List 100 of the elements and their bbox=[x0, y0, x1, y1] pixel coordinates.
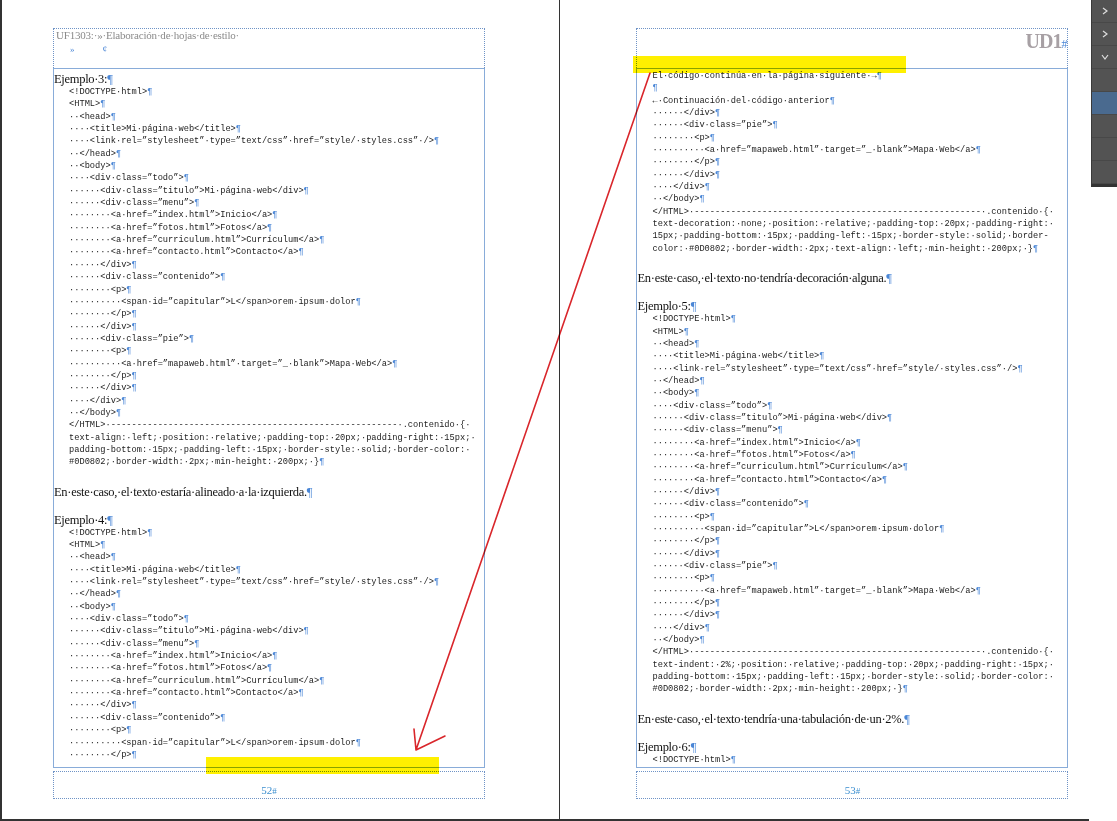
code-line: ········<a·href=”index.html”>Inicio</a> bbox=[69, 210, 273, 221]
code-line: ··</head> bbox=[652, 375, 700, 386]
formatting-mark: ¶ bbox=[902, 462, 908, 473]
formatting-mark: ¶ bbox=[433, 577, 440, 588]
formatting-mark: ¶ bbox=[188, 333, 195, 344]
formatting-mark: ¶ bbox=[777, 425, 783, 436]
chevron-right-icon[interactable] bbox=[1100, 30, 1109, 38]
code-line: ······<div·class=”titulo”>Mi·página·web</div> bbox=[69, 185, 304, 196]
formatting-mark: ¶ bbox=[881, 474, 888, 485]
code-line: text-decoration:·none;·position:·relative;·padding-top:·20px;·padding-right:· bbox=[652, 219, 1054, 230]
formatting-mark: # bbox=[1061, 37, 1068, 52]
formatting-mark: ¶ bbox=[975, 145, 981, 156]
code-line: ····<link·rel=”stylesheet”·type=”text/css”·href=”style/·styles.css”·/> bbox=[652, 363, 1018, 374]
formatting-mark: ¶ bbox=[220, 712, 226, 723]
formatting-mark: ¶ bbox=[690, 299, 697, 314]
code-line: ········</p> bbox=[652, 536, 716, 547]
formatting-mark: ¶ bbox=[699, 194, 705, 205]
formatting-mark: ¶ bbox=[194, 198, 200, 209]
code-line: <!DOCTYPE·html> bbox=[69, 527, 148, 538]
code-line: ········<a·href=”index.html”>Inicio</a> bbox=[652, 437, 856, 448]
formatting-mark: ¶ bbox=[319, 235, 325, 246]
formatting-mark: ¶ bbox=[392, 358, 398, 369]
formatting-mark: ¶ bbox=[699, 375, 705, 386]
body-text: En·este·caso,·el·texto·no·tendría·decoración·alguna. bbox=[637, 271, 887, 286]
formatting-mark: ¶ bbox=[715, 157, 721, 168]
code-line: ········</p> bbox=[652, 598, 716, 609]
formatting-mark: ¶ bbox=[715, 536, 721, 547]
formatting-mark: ¶ bbox=[121, 395, 127, 406]
code-line: ··<body> bbox=[69, 161, 111, 172]
formatting-mark: ¶ bbox=[183, 614, 189, 625]
code-line: ····<title>Mi·página·web</title> bbox=[69, 124, 236, 135]
formatting-mark: ¶ bbox=[704, 622, 710, 633]
formatting-mark: ¶ bbox=[819, 351, 825, 362]
formatting-mark: ¶ bbox=[715, 108, 721, 119]
code-line: ········<p> bbox=[652, 573, 710, 584]
formatting-mark: ¶ bbox=[220, 272, 226, 283]
code-line: ······<div·class=”contenido”> bbox=[652, 499, 804, 510]
formatting-mark: ¶ bbox=[887, 412, 893, 423]
code-line: ········<a·href=”fotos.html”>Fotos</a> bbox=[69, 663, 268, 674]
unit-label: UD1 bbox=[1025, 30, 1062, 53]
chevron-down-icon[interactable] bbox=[1100, 53, 1109, 61]
formatting-mark: ¶ bbox=[767, 400, 773, 411]
formatting-mark: ¶ bbox=[715, 610, 721, 621]
formatting-mark: ¶ bbox=[131, 700, 137, 711]
formatting-mark: ¶ bbox=[709, 511, 716, 522]
code-line: ········<p> bbox=[652, 132, 710, 143]
formatting-mark: ¶ bbox=[709, 132, 716, 143]
example-heading: Ejemplo·6: bbox=[637, 739, 691, 754]
code-line: #0D0802;·border-width:·2px;·min-height:·200px;·} bbox=[69, 457, 320, 468]
formatting-mark: ¶ bbox=[715, 598, 721, 609]
formatting-mark: ¶ bbox=[126, 284, 132, 295]
code-line: ··········<span·id=”capitular”>L</span>orem·ipsum·dolor bbox=[69, 296, 356, 307]
formatting-mark: ¶ bbox=[131, 749, 137, 760]
code-line: ····</div> bbox=[652, 622, 705, 633]
code-line: ········</p> bbox=[69, 309, 132, 320]
formatting-mark: ¶ bbox=[235, 564, 242, 575]
code-line: <!DOCTYPE·html> bbox=[652, 754, 731, 765]
code-line: ······<div·class=”menu”> bbox=[69, 638, 195, 649]
formatting-mark: ¶ bbox=[975, 585, 981, 596]
formatting-mark: ¢ bbox=[102, 44, 107, 54]
code-line: ········<a·href=”curriculum.html”>Currículum</a> bbox=[69, 235, 320, 246]
code-line: ····</div> bbox=[652, 182, 705, 193]
code-line: ········<p> bbox=[69, 725, 127, 736]
formatting-mark: ¶ bbox=[272, 651, 278, 662]
code-line: text-indent:·2%;·position:·relative;·padding-top:·20px;·padding-right:·15px;· bbox=[652, 659, 1054, 670]
code-line: ······</div> bbox=[69, 383, 132, 394]
formatting-mark: ¶ bbox=[939, 524, 945, 534]
code-line: ··</body> bbox=[652, 194, 700, 205]
code-line: ········<a·href=”fotos.html”>Fotos</a> bbox=[69, 222, 268, 233]
formatting-mark: ¶ bbox=[115, 407, 122, 418]
formatting-mark: ¶ bbox=[683, 326, 689, 337]
code-line: ··<head> bbox=[69, 552, 111, 563]
formatting-mark: ¶ bbox=[115, 589, 122, 600]
formatting-mark: ¶ bbox=[194, 638, 200, 649]
code-line: ··········<a·href=”mapaweb.html”·target=”_·blank”>Mapa·Web</a> bbox=[652, 585, 976, 596]
code-line: ········<a·href=”curriculum.html”>Currículum</a> bbox=[69, 675, 320, 686]
code-line: ··········<a·href=”mapaweb.html”·target=”_·blank”>Mapa·Web</a> bbox=[69, 358, 393, 369]
formatting-mark: ¶ bbox=[1033, 243, 1039, 254]
formatting-mark: ¶ bbox=[100, 99, 106, 110]
code-line: #0D0802;·border-width:·2px;·min-height:·200px;·} bbox=[652, 684, 903, 695]
code-line: ········<a·href=”contacto.html”>Contacto</a> bbox=[652, 474, 882, 485]
code-line: ······</div> bbox=[652, 610, 716, 621]
code-line: ··········<span·id=”capitular”>L</span>orem·ipsum·dolor bbox=[652, 524, 940, 534]
formatting-mark: ¶ bbox=[1017, 363, 1023, 374]
formatting-mark: ¶ bbox=[147, 87, 153, 97]
chevron-right-icon[interactable] bbox=[1100, 7, 1109, 15]
formatting-mark: ¶ bbox=[855, 437, 862, 448]
formatting-mark: ¶ bbox=[131, 309, 137, 320]
formatting-mark: ¶ bbox=[107, 72, 113, 86]
formatting-mark: ¶ bbox=[319, 457, 325, 468]
running-header: UF1303:·»·Elaboración·de·hojas·de·estilo· bbox=[56, 29, 241, 42]
formatting-mark: # bbox=[272, 786, 277, 796]
code-line: ········<p> bbox=[69, 284, 127, 295]
code-line: ······<div·class=”pie”> bbox=[69, 333, 189, 344]
code-line: <!DOCTYPE·html> bbox=[652, 314, 731, 325]
formatting-mark: ¶ bbox=[355, 737, 361, 748]
code-line: ····<title>Mi·página·web</title> bbox=[69, 564, 236, 575]
code-line: ······</div> bbox=[69, 700, 132, 711]
formatting-mark: ¶ bbox=[110, 601, 116, 612]
code-line: </HTML>·-------------------------------------------------------·.contenido·{· bbox=[69, 420, 471, 431]
